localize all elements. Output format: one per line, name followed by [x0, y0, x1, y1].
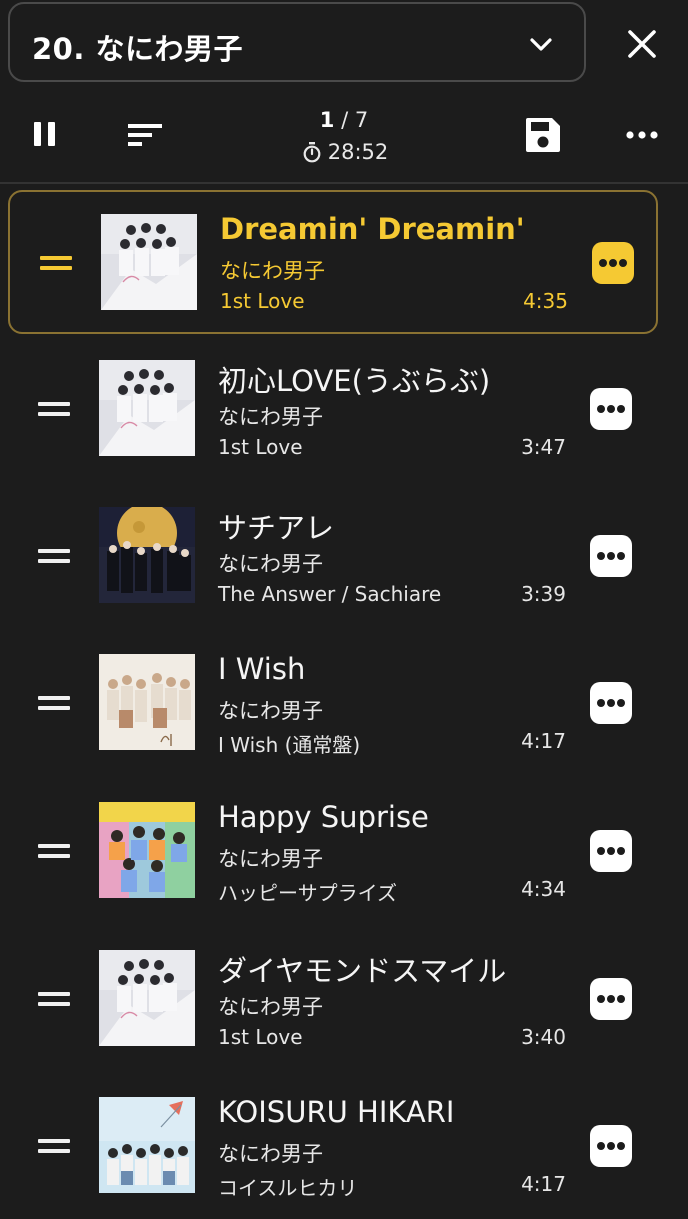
- track-more-icon[interactable]: [590, 388, 632, 430]
- header: 20. なにわ男子: [0, 0, 688, 92]
- track-album: 1st Love: [220, 289, 305, 313]
- track-more-icon[interactable]: [590, 978, 632, 1020]
- track-title: サチアレ: [218, 511, 335, 545]
- track-row[interactable]: Dreamin' Dreamin' なにわ男子 1st Love 4:35: [8, 190, 658, 334]
- track-artist: なにわ男子: [218, 552, 323, 576]
- track-album: コイスルヒカリ: [218, 1176, 358, 1200]
- track-album: I Wish (通常盤): [218, 733, 361, 757]
- album-cover: [99, 802, 195, 898]
- track-more-icon[interactable]: [592, 242, 634, 284]
- timer-icon: [303, 142, 321, 163]
- playlist-selector[interactable]: 20. なにわ男子: [8, 2, 586, 82]
- track-more-icon[interactable]: [590, 535, 632, 577]
- more-options-icon[interactable]: [626, 130, 658, 140]
- drag-handle-icon[interactable]: [38, 696, 70, 710]
- track-album: ハッピーサプライズ: [218, 881, 397, 905]
- track-row[interactable]: ダイヤモンドスマイル なにわ男子 1st Love 3:40: [8, 928, 658, 1072]
- track-counter: 1 / 7: [296, 108, 392, 132]
- track-duration: 4:17: [521, 1172, 566, 1196]
- track-artist: なにわ男子: [218, 847, 323, 871]
- album-cover: [99, 1097, 195, 1193]
- track-duration: 3:47: [521, 435, 566, 459]
- track-duration: 3:40: [521, 1025, 566, 1049]
- drag-handle-icon[interactable]: [38, 992, 70, 1006]
- total-duration: 28:52: [296, 140, 394, 164]
- track-row[interactable]: I Wish なにわ男子 I Wish (通常盤) 4:17: [8, 632, 658, 776]
- album-cover: [99, 507, 195, 603]
- track-artist: なにわ男子: [218, 405, 323, 429]
- save-icon[interactable]: [524, 116, 562, 154]
- track-duration: 4:17: [521, 729, 566, 753]
- track-more-icon[interactable]: [590, 682, 632, 724]
- counter-separator: /: [341, 108, 349, 132]
- track-more-icon[interactable]: [590, 830, 632, 872]
- track-artist: なにわ男子: [218, 699, 323, 723]
- track-duration: 4:34: [521, 877, 566, 901]
- track-artist: なにわ男子: [218, 1142, 323, 1166]
- track-title: I Wish: [218, 652, 306, 686]
- drag-handle-icon[interactable]: [38, 844, 70, 858]
- track-album: 1st Love: [218, 1025, 303, 1049]
- track-album: The Answer / Sachiare: [218, 582, 442, 606]
- drag-handle-icon[interactable]: [38, 549, 70, 563]
- drag-handle-icon[interactable]: [38, 1139, 70, 1153]
- divider: [0, 182, 688, 184]
- album-cover: [99, 654, 195, 750]
- track-duration: 3:39: [521, 582, 566, 606]
- drag-handle-icon[interactable]: [40, 256, 72, 270]
- track-duration: 4:35: [523, 289, 568, 313]
- track-album: 1st Love: [218, 435, 303, 459]
- track-title: KOISURU HIKARI: [218, 1095, 455, 1129]
- track-artist: なにわ男子: [220, 259, 325, 283]
- track-title: Dreamin' Dreamin': [220, 212, 525, 246]
- track-row[interactable]: KOISURU HIKARI なにわ男子 コイスルヒカリ 4:17: [8, 1075, 658, 1219]
- album-cover: [99, 360, 195, 456]
- track-more-icon[interactable]: [590, 1125, 632, 1167]
- track-title: Happy Suprise: [218, 800, 429, 834]
- total-count: 7: [354, 108, 369, 132]
- track-row[interactable]: Happy Suprise なにわ男子 ハッピーサプライズ 4:34: [8, 780, 658, 924]
- current-index: 1: [319, 108, 335, 132]
- sort-icon[interactable]: [126, 122, 166, 148]
- drag-handle-icon[interactable]: [38, 402, 70, 416]
- track-title: ダイヤモンドスマイル: [218, 954, 507, 988]
- playlist-title: 20. なにわ男子: [32, 32, 243, 66]
- track-artist: なにわ男子: [218, 995, 323, 1019]
- track-row[interactable]: サチアレ なにわ男子 The Answer / Sachiare 3:39: [8, 485, 658, 629]
- total-duration-text: 28:52: [327, 140, 389, 164]
- track-title: 初心LOVE(うぶらぶ): [218, 364, 491, 398]
- pause-icon[interactable]: [32, 120, 58, 148]
- album-cover: [101, 214, 197, 310]
- chevron-down-icon: [530, 38, 552, 51]
- album-cover: [99, 950, 195, 1046]
- track-row[interactable]: 初心LOVE(うぶらぶ) なにわ男子 1st Love 3:47: [8, 338, 658, 482]
- close-icon[interactable]: [620, 22, 664, 66]
